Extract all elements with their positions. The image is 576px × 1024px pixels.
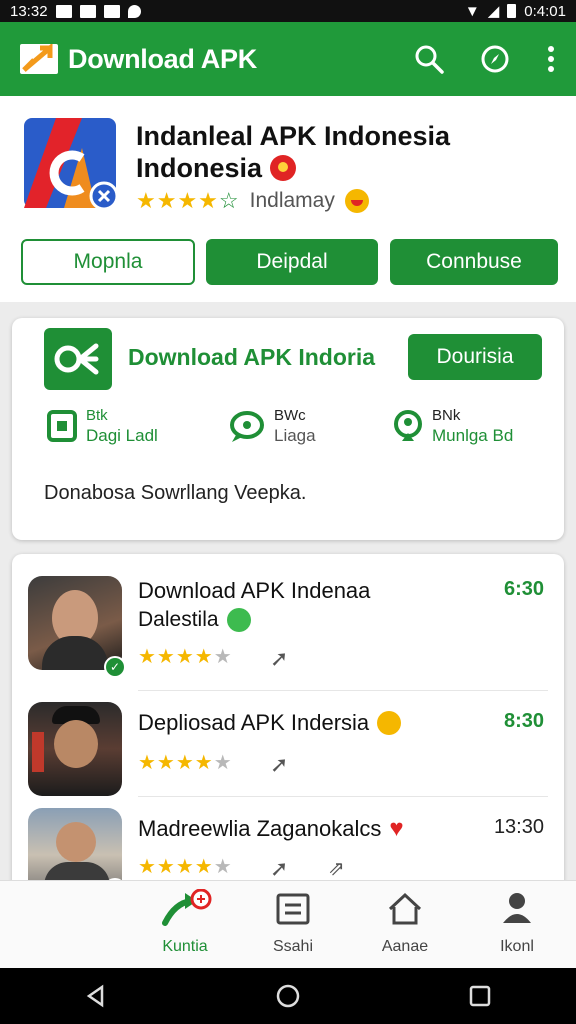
share-icon[interactable]: ➚ [270,752,288,778]
app-name: Indanleal APK Indonesia [136,121,451,151]
list-item-time: 8:30 [503,710,544,732]
feature-pin-icon [394,410,422,441]
app-header-card: Indanleal APK Indonesia Indonesia ★★★★☆ … [0,96,576,302]
deipdal-button[interactable]: Deipdal [206,239,378,285]
app-bar-title: Download APK [68,43,257,74]
promo-card: Download APK Indoria Dourisia Btk Dagi La… [12,318,564,540]
promo-description: Donabosa Sowrllang Veepka. [44,482,307,504]
status-time: 13:32 [10,2,48,20]
promo-logo-icon [44,328,112,390]
notification-icon [79,4,96,18]
feature-item: Btk Dagi Ladl [46,406,158,446]
emoji-icon [270,155,297,181]
list-item[interactable]: Depliosad APK Indersia 8:30 ★★★★★ ➚ [12,690,564,797]
app-thumbnail [28,702,122,796]
feature-value: Munlga Bd [432,426,514,445]
nav-label: Aanae [381,938,429,955]
compass-icon[interactable] [480,44,510,74]
connbuse-button[interactable]: Connbuse [390,239,558,285]
rating-stars: ★★★★☆ [136,188,240,213]
verified-badge-icon: ✓ [104,656,126,678]
list-item[interactable]: ✓ Download APK Indenaa Dalestila 6:30 ★★… [12,554,564,691]
feature-value: Dagi Ladl [86,426,158,445]
trend-icon[interactable]: ⇗ [328,856,345,881]
nav-item-list[interactable]: Ssahi [248,889,338,956]
nav-label: Ikonl [500,938,534,955]
green-emoji-icon [226,608,251,632]
search-icon[interactable] [414,44,444,74]
rating-stars: ★★★★★ [138,646,233,668]
app-name-line2: Indonesia [136,153,263,183]
emoji-icon [377,711,402,735]
notification-icon [55,4,72,18]
more-options-icon[interactable] [546,44,556,74]
profile-icon [503,893,531,923]
list-icon [276,893,310,925]
download-icon [162,888,212,926]
nav-item-home[interactable]: Aanae [360,889,450,956]
rating-label: Indlamay [249,189,335,212]
share-icon[interactable]: ➚ [270,646,288,672]
list-item-time: 13:30 [493,816,544,838]
rating-stars: ★★★★★ [138,752,233,774]
battery-icon [507,4,517,18]
heart-icon: ♥ [389,815,404,842]
promo-title: Download APK Indoria [128,344,376,370]
feature-label: BNk [432,407,461,424]
feature-item: BNk Munlga Bd [392,406,513,446]
list-item-title: Madreewlia Zaganokalcs [138,816,382,841]
list-item-title: Depliosad APK Indersia [138,710,370,735]
emoji-icon [344,189,369,213]
share-icon[interactable]: ➚ [270,856,288,882]
feature-item: BWc Liaga [228,406,316,446]
app-icon[interactable] [24,118,116,208]
system-navigation-bar [0,968,576,1024]
mopnla-button[interactable]: Mopnla [21,239,195,285]
notification-icon [103,4,120,18]
feature-label: Btk [86,407,108,424]
signal-icon: ◢ [487,3,500,20]
status-bar: 13:32 ▼ ◢ 0:4:01 [0,0,576,22]
location-icon [127,4,141,18]
home-circle-icon[interactable] [275,983,301,1009]
feature-chat-icon [230,411,264,442]
app-logo-icon [20,44,58,74]
feature-value: Liaga [274,426,316,445]
wifi-icon: ▼ [464,2,480,20]
status-clock-right: 0:4:01 [524,2,566,20]
dourisia-button[interactable]: Dourisia [408,334,542,380]
home-icon [388,892,422,925]
nav-item-download[interactable]: Kuntia [140,888,230,956]
feature-box-icon [47,410,77,442]
back-icon[interactable] [84,984,108,1008]
app-thumbnail [28,576,122,670]
app-bar: Download APK [0,22,576,96]
bottom-navigation: Kuntia Ssahi Aanae Ikonl [0,880,576,970]
feature-label: BWc [274,407,306,424]
nav-item-profile[interactable]: Ikonl [472,889,562,956]
rating-stars: ★★★★★ [138,856,233,878]
list-item-title: Download APK Indenaa [138,578,371,603]
recents-icon[interactable] [468,984,492,1008]
nav-label: Ssahi [272,938,314,955]
list-item-subtitle: Dalestila [138,608,219,631]
nav-label: Kuntia [162,938,208,955]
list-item-time: 6:30 [503,578,544,600]
